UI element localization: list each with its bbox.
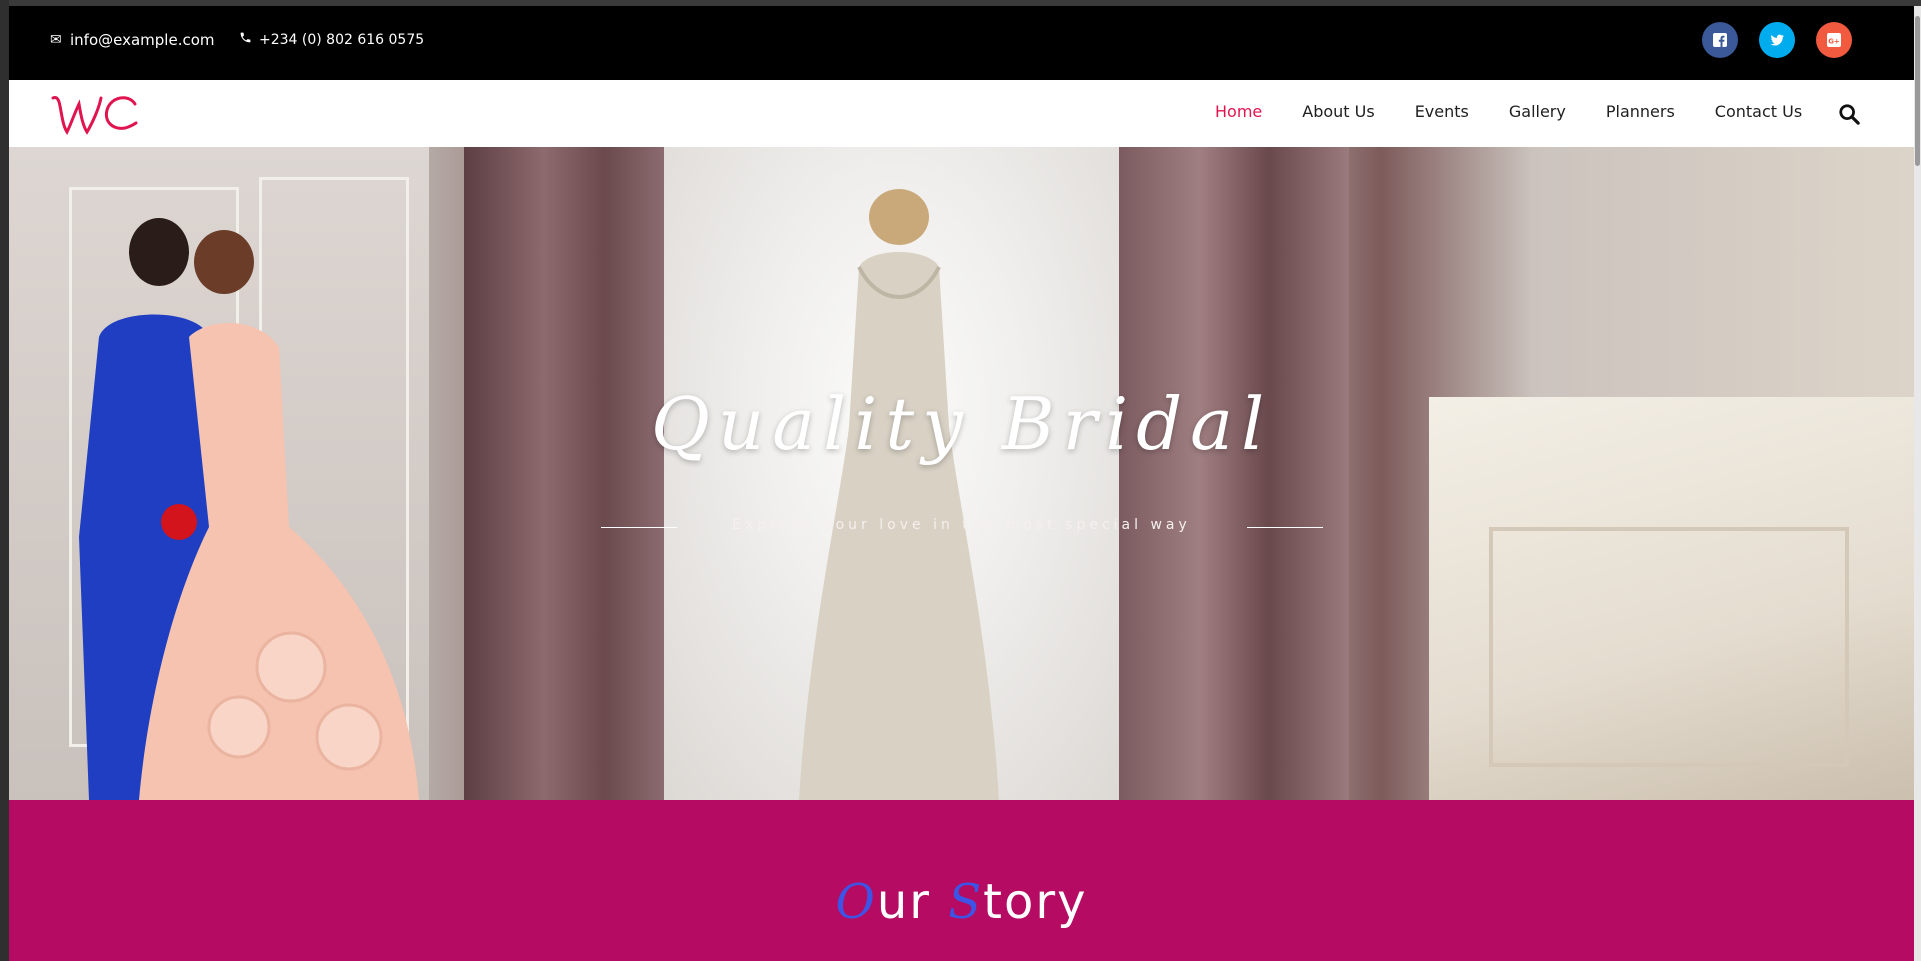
nav-item-events[interactable]: Events bbox=[1415, 102, 1469, 121]
page: ✉ info@example.com +234 (0) 802 616 0575… bbox=[9, 6, 1914, 961]
scrollbar-thumb[interactable] bbox=[1915, 16, 1920, 166]
hero-divider-right bbox=[1247, 527, 1323, 528]
story-title-cap-s: S bbox=[948, 874, 984, 930]
google-plus-icon[interactable]: G+ bbox=[1816, 22, 1852, 58]
hero-bride-image bbox=[799, 189, 999, 800]
hero-banner: Quality Bridal Express your love in the … bbox=[9, 147, 1914, 800]
story-title-word-1: ur bbox=[876, 874, 932, 930]
hero-curtain-left bbox=[464, 147, 664, 800]
nav-item-contact-us[interactable]: Contact Us bbox=[1715, 102, 1802, 121]
svg-text:G+: G+ bbox=[1828, 38, 1840, 46]
twitter-icon[interactable] bbox=[1759, 22, 1795, 58]
window-frame-left bbox=[0, 0, 9, 961]
logo[interactable] bbox=[49, 86, 139, 142]
hero-curtain-right bbox=[1119, 147, 1349, 800]
nav-item-gallery[interactable]: Gallery bbox=[1509, 102, 1566, 121]
email-text: info@example.com bbox=[70, 31, 215, 49]
top-bar: ✉ info@example.com +234 (0) 802 616 0575… bbox=[9, 6, 1914, 80]
our-story-section: Our Story bbox=[9, 800, 1914, 961]
facebook-icon[interactable] bbox=[1702, 22, 1738, 58]
main-nav: Home About Us Events Gallery Planners Co… bbox=[9, 80, 1914, 147]
nav-item-about-us[interactable]: About Us bbox=[1302, 102, 1374, 121]
story-title-word-2: tory bbox=[983, 874, 1088, 930]
nav-menu: Home About Us Events Gallery Planners Co… bbox=[1215, 102, 1842, 121]
envelope-icon: ✉ bbox=[50, 32, 62, 48]
our-story-heading: Our Story bbox=[9, 874, 1914, 930]
contact-phone[interactable]: +234 (0) 802 616 0575 bbox=[239, 31, 424, 48]
hero-subtitle: Express your love in the most special wa… bbox=[732, 517, 1191, 533]
phone-text: +234 (0) 802 616 0575 bbox=[259, 31, 425, 48]
story-title-cap-o: O bbox=[835, 874, 877, 930]
nav-item-planners[interactable]: Planners bbox=[1606, 102, 1675, 121]
contact-email[interactable]: ✉ info@example.com bbox=[50, 31, 215, 49]
hero-couple-image bbox=[79, 218, 419, 800]
hero-title: Quality Bridal bbox=[650, 382, 1273, 466]
phone-icon bbox=[239, 31, 259, 48]
social-links: G+ bbox=[1702, 22, 1852, 58]
search-icon[interactable] bbox=[1838, 103, 1860, 125]
nav-item-home[interactable]: Home bbox=[1215, 102, 1262, 121]
scrollbar[interactable] bbox=[1914, 6, 1921, 961]
